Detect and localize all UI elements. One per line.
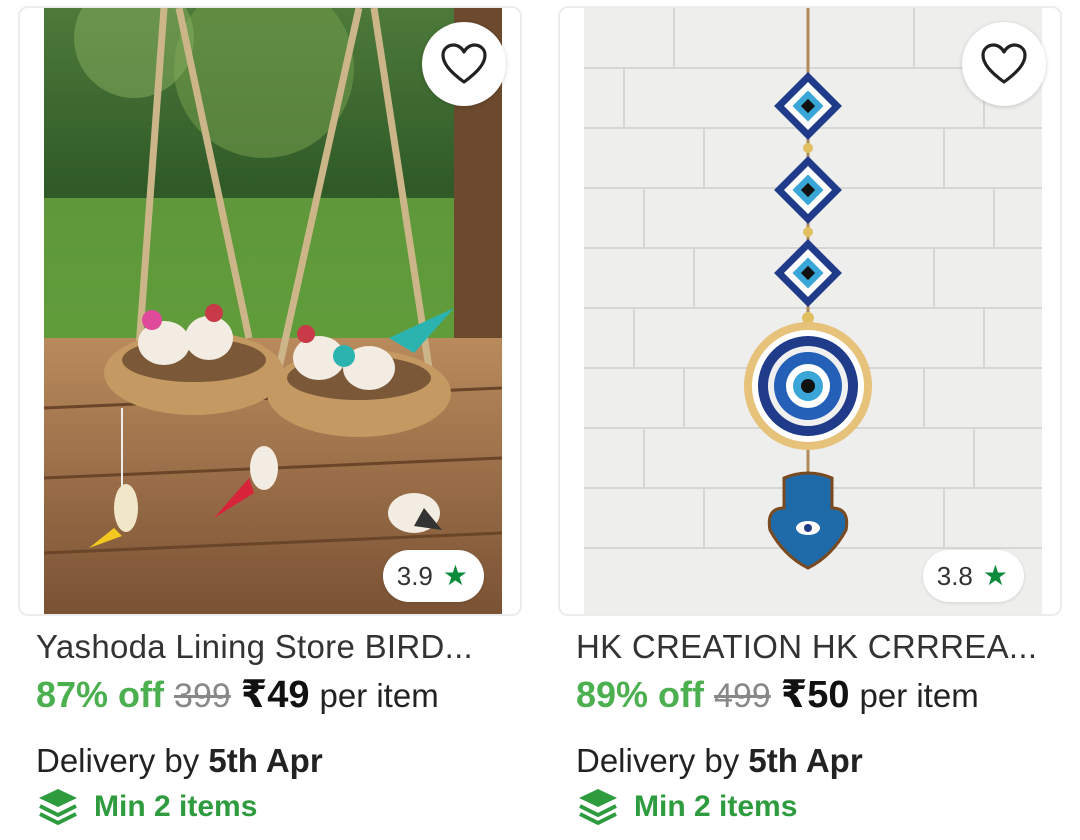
delivery-prefix: Delivery by	[36, 742, 209, 779]
product-grid: 3.9 ★ Yashoda Lining Store BIRD... 87% o…	[0, 0, 1080, 840]
star-icon: ★	[442, 560, 468, 591]
price-unit: per item	[319, 677, 439, 714]
discount-label: 89% off	[576, 674, 705, 715]
original-price: 499	[714, 677, 771, 715]
evil-eye-hanging-image	[584, 8, 1042, 614]
product-image[interactable]: 3.9 ★	[18, 6, 522, 616]
min-items-label: Min 2 items	[634, 790, 798, 823]
rating-badge: 3.8 ★	[922, 550, 1024, 602]
price-row: 89% off 499 ₹50 per item	[576, 672, 979, 717]
bird-nest-image	[44, 8, 502, 614]
price-unit: per item	[859, 677, 979, 714]
delivery-info: Delivery by 5th Apr	[576, 742, 863, 780]
rating-badge: 3.9 ★	[382, 550, 484, 602]
original-price: 399	[174, 677, 231, 715]
rating-value: 3.8	[936, 560, 973, 591]
wishlist-button[interactable]	[962, 22, 1046, 106]
product-card[interactable]: 3.8 ★ HK CREATION HK CRRREA... 89% off 4…	[540, 0, 1080, 840]
layers-icon	[579, 789, 617, 825]
discount-label: 87% off	[36, 674, 165, 715]
star-icon: ★	[982, 560, 1008, 591]
delivery-prefix: Delivery by	[576, 742, 749, 779]
delivery-info: Delivery by 5th Apr	[36, 742, 323, 780]
sale-price: ₹50	[780, 674, 850, 716]
product-card[interactable]: 3.9 ★ Yashoda Lining Store BIRD... 87% o…	[0, 0, 540, 840]
min-items-row: Min 2 items	[36, 786, 257, 828]
price-row: 87% off 399 ₹49 per item	[36, 672, 439, 717]
product-title[interactable]: Yashoda Lining Store BIRD...	[36, 628, 516, 666]
product-image[interactable]: 3.8 ★	[558, 6, 1062, 616]
sale-price: ₹49	[240, 674, 310, 716]
layers-icon	[39, 789, 77, 825]
heart-outline-icon	[981, 43, 1027, 84]
min-items-label: Min 2 items	[94, 790, 258, 823]
wishlist-button[interactable]	[422, 22, 506, 106]
product-title[interactable]: HK CREATION HK CRRREA...	[576, 628, 1056, 666]
heart-outline-icon	[441, 43, 487, 84]
rating-value: 3.9	[396, 560, 433, 591]
delivery-date: 5th Apr	[208, 742, 323, 779]
min-items-row: Min 2 items	[576, 786, 797, 828]
delivery-date: 5th Apr	[748, 742, 863, 779]
